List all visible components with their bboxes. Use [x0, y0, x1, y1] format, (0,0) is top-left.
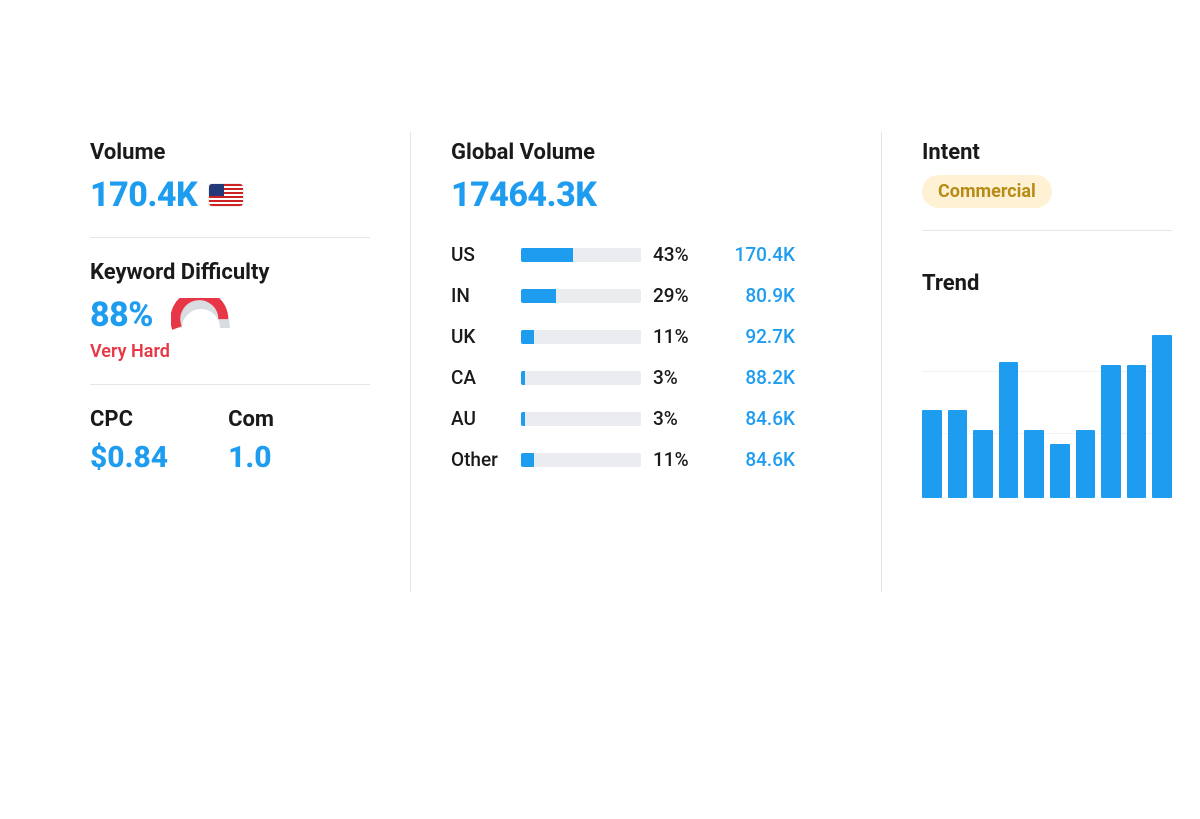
volume-column: Volume 170.4K Keyword Difficulty 88% Ver…: [90, 140, 370, 592]
trend-bar: [1152, 335, 1172, 498]
cpc-block: CPC $0.84: [90, 407, 168, 475]
trend-block: Trend: [922, 271, 1172, 498]
global-volume-column: Global Volume 17464.3K US 43% 170.4K IN 29% 8…: [451, 140, 841, 592]
divider: [922, 230, 1172, 231]
country-code: CA: [451, 366, 509, 389]
divider: [90, 384, 370, 385]
bar-track: [521, 248, 641, 262]
kd-label: Keyword Difficulty: [90, 260, 370, 285]
intent-label: Intent: [922, 140, 1172, 165]
bar-fill: [521, 289, 556, 303]
bar-fill: [521, 248, 573, 262]
bar-track: [521, 453, 641, 467]
kd-value-row: 88%: [90, 295, 370, 335]
global-volume-label: Global Volume: [451, 140, 841, 165]
percentage: 3%: [653, 366, 707, 389]
trend-label: Trend: [922, 271, 1172, 296]
bar-track: [521, 412, 641, 426]
country-row: Other 11% 84.6K: [451, 448, 841, 471]
volume-amount: 84.6K: [719, 448, 795, 471]
trend-bar: [1101, 365, 1121, 498]
gauge-icon: [171, 298, 231, 332]
volume-value: 170.4K: [90, 175, 197, 215]
volume-amount: 88.2K: [719, 366, 795, 389]
percentage: 29%: [653, 284, 707, 307]
vertical-divider: [881, 132, 882, 592]
bar-fill: [521, 412, 525, 426]
intent-badge: Commercial: [922, 175, 1052, 208]
trend-bar-chart: [922, 328, 1172, 498]
country-code: US: [451, 243, 509, 266]
trend-bar: [1076, 430, 1096, 498]
volume-value-row: 170.4K: [90, 175, 370, 215]
kd-rating: Very Hard: [90, 341, 370, 362]
bar-fill: [521, 453, 534, 467]
country-row: AU 3% 84.6K: [451, 407, 841, 430]
country-breakdown-table: US 43% 170.4K IN 29% 80.9K UK 11% 92.7K CA 3% 88.2K…: [451, 243, 841, 471]
com-label: Com: [228, 407, 274, 432]
percentage: 43%: [653, 243, 707, 266]
cpc-com-row: CPC $0.84 Com 1.0: [90, 407, 370, 475]
global-volume-value: 17464.3K: [451, 175, 841, 215]
bar-track: [521, 330, 641, 344]
bar-fill: [521, 371, 525, 385]
volume-amount: 80.9K: [719, 284, 795, 307]
volume-amount: 170.4K: [719, 243, 795, 266]
country-code: UK: [451, 325, 509, 348]
country-row: US 43% 170.4K: [451, 243, 841, 266]
country-row: CA 3% 88.2K: [451, 366, 841, 389]
com-block: Com 1.0: [228, 407, 274, 475]
vertical-divider: [410, 132, 411, 592]
country-row: IN 29% 80.9K: [451, 284, 841, 307]
cpc-value: $0.84: [90, 440, 168, 475]
trend-bar: [1024, 430, 1044, 498]
percentage: 11%: [653, 448, 707, 471]
trend-bar: [1050, 444, 1070, 498]
country-row: UK 11% 92.7K: [451, 325, 841, 348]
volume-label: Volume: [90, 140, 370, 165]
trend-bar: [948, 410, 968, 498]
country-code: AU: [451, 407, 509, 430]
us-flag-icon: [209, 184, 243, 206]
bar-track: [521, 289, 641, 303]
trend-bar: [922, 410, 942, 498]
com-value: 1.0: [228, 440, 274, 475]
volume-amount: 84.6K: [719, 407, 795, 430]
percentage: 3%: [653, 407, 707, 430]
trend-bar: [1127, 365, 1147, 498]
cpc-label: CPC: [90, 407, 168, 432]
bar-fill: [521, 330, 534, 344]
kd-value: 88%: [90, 295, 153, 335]
volume-amount: 92.7K: [719, 325, 795, 348]
intent-trend-column: Intent Commercial Trend: [922, 140, 1172, 592]
trend-bar: [999, 362, 1019, 498]
divider: [90, 237, 370, 238]
trend-bar: [973, 430, 993, 498]
bar-track: [521, 371, 641, 385]
country-code: IN: [451, 284, 509, 307]
country-code: Other: [451, 448, 509, 471]
percentage: 11%: [653, 325, 707, 348]
